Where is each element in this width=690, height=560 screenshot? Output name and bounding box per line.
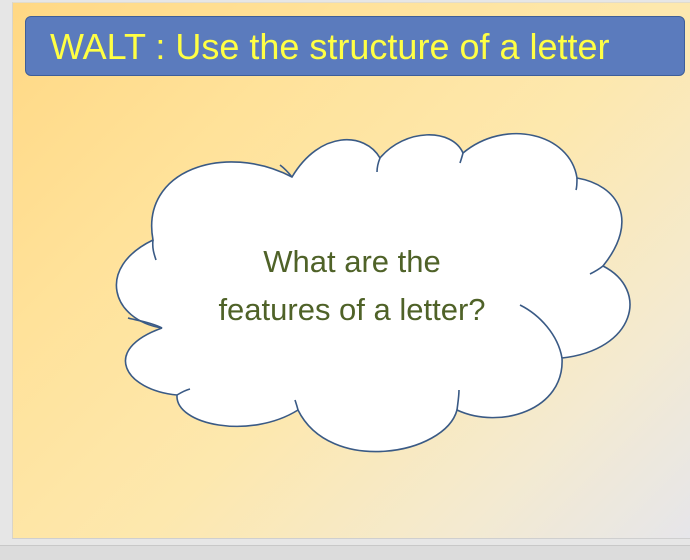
presentation-editor: WALT : Use the structure of a letter Wha… xyxy=(0,0,690,560)
cloud-question-line-2: features of a letter? xyxy=(218,292,486,327)
cloud-question-line-1: What are the xyxy=(263,244,441,279)
cloud-question-text[interactable]: What are the features of a letter? xyxy=(182,238,522,334)
editor-bottom-bar xyxy=(0,545,690,560)
